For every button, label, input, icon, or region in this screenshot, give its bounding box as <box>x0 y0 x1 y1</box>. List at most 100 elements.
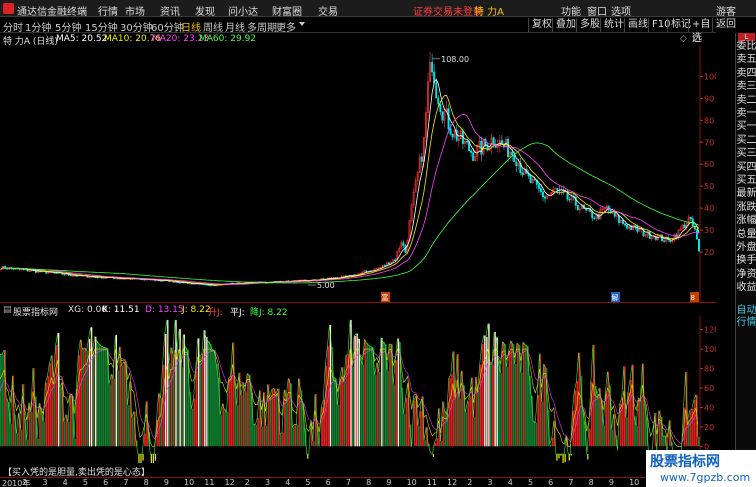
kdj-bar <box>255 424 258 447</box>
kdj-bar <box>96 341 99 447</box>
kdj-bar <box>92 350 95 447</box>
kdj-bar <box>625 417 628 447</box>
tf-more[interactable]: 更多 <box>276 19 296 34</box>
tf-60min[interactable]: 60分钟 <box>151 19 184 34</box>
candle-body <box>383 265 386 267</box>
kdj-bar <box>360 358 363 447</box>
tf-daily[interactable]: 日线 <box>181 19 201 34</box>
tf-multi[interactable]: 多周期 <box>247 19 277 34</box>
candle-body <box>689 216 692 220</box>
kdj-bar <box>294 424 297 447</box>
tf-1min[interactable]: 1分钟 <box>25 19 51 34</box>
kdj-bar <box>86 350 89 447</box>
date-tick-label: 4 <box>507 478 513 487</box>
more-dropdown-icon[interactable] <box>299 22 305 26</box>
price-chart[interactable]: 20 30 40 50 60 70 80 90 100 108.00 5.00 富 解 8 <box>0 46 716 302</box>
kdj-bar <box>170 347 173 447</box>
quote-panel: L 委比 卖五 卖四 卖三 卖二 卖一 买一 买二 买三 买四 买五 最新 涨跌 涨幅 总量 外盘 换手 净资 收益… <box>735 33 756 487</box>
quote-label: 涨跌 <box>736 201 756 213</box>
kdj-chart[interactable]: 020406080100120 <box>0 316 716 463</box>
btn-huaxian[interactable]: 画线 <box>624 18 651 32</box>
quote-label: 换手 <box>736 255 756 267</box>
date-tick-label: 6 <box>325 478 331 487</box>
candle-body <box>515 161 518 167</box>
menu-shichang[interactable]: 市场 <box>125 3 145 18</box>
kdj-bar <box>236 405 239 447</box>
kdj-bar <box>67 421 70 447</box>
user-guest[interactable]: 游客 <box>716 3 736 18</box>
menu-faxian[interactable]: 发现 <box>195 3 215 18</box>
menu-wenxiaoda[interactable]: 问小达 <box>228 3 258 18</box>
candle-body <box>143 279 146 281</box>
site-watermark: 股票指标网 www.7gpzb.com <box>646 450 756 487</box>
quote-label: 卖五 <box>736 54 756 66</box>
kdj-bar <box>403 414 406 447</box>
btn-diejia[interactable]: 叠加 <box>552 18 579 32</box>
date-tick-label: 5 <box>305 478 311 487</box>
quote-label: 卖四 <box>736 67 756 79</box>
btn-fuquan[interactable]: 复权 <box>528 18 555 32</box>
btn-tongji[interactable]: 统计 <box>600 18 627 32</box>
candle-body <box>437 97 440 105</box>
kdj-bar <box>312 441 315 447</box>
date-tick-label: 12 <box>224 478 235 487</box>
candle-body <box>394 259 397 261</box>
kdj-bar <box>382 341 385 447</box>
quote-label: 卖三 <box>736 81 756 93</box>
tf-15min[interactable]: 15分钟 <box>85 19 118 34</box>
kdj-bar <box>292 427 295 447</box>
chart-settings-icon[interactable]: ◇ <box>680 34 687 44</box>
menu-zixun[interactable]: 资讯 <box>160 3 180 18</box>
kdj-bar <box>343 381 346 447</box>
tf-5min[interactable]: 5分钟 <box>55 19 81 34</box>
chart-maximize-icon[interactable]: □ <box>692 34 701 44</box>
date-tick-label: 9 <box>163 478 169 487</box>
trade-login-status[interactable]: 证券交易未登录 <box>413 3 483 18</box>
j-value: J: 8.22 <box>182 305 211 315</box>
date-tick-label: 12 <box>447 478 458 487</box>
candle-body <box>663 240 666 242</box>
kdj-bar <box>53 377 56 447</box>
candle-body <box>507 138 510 158</box>
btn-fanhui[interactable]: 返回 <box>712 18 739 32</box>
main-y-tick-label: 70 <box>704 138 714 147</box>
menu-hangqing[interactable]: 行情 <box>98 3 118 18</box>
menu-xuanxiang[interactable]: 选项 <box>611 3 631 18</box>
date-tick-label: 10 <box>184 478 195 487</box>
candle-body <box>634 224 637 227</box>
candle-body <box>568 198 571 201</box>
kdj-bar <box>100 345 103 447</box>
auto-quote-toggle[interactable]: 行情 <box>736 317 756 328</box>
indicator-menu-icon[interactable]: ▤ <box>3 305 12 315</box>
kdj-bar <box>473 417 476 447</box>
kdj-bar <box>121 365 124 447</box>
candle-body <box>683 224 686 228</box>
menu-caifuquan[interactable]: 财富圈 <box>272 3 302 18</box>
kdj-bar <box>158 393 161 447</box>
ind-y-tick-label: 20 <box>704 423 714 432</box>
tf-monthly[interactable]: 月线 <box>225 19 245 34</box>
date-tick-label: 3 <box>42 478 48 487</box>
menu-chuangkou[interactable]: 窗口 <box>587 3 607 18</box>
menu-jiaoyi[interactable]: 交易 <box>318 3 338 18</box>
k-value: K: 11.51 <box>102 305 140 315</box>
kdj-bar <box>74 439 76 447</box>
candle-body <box>178 282 181 284</box>
kdj-bar <box>413 400 416 447</box>
kdj-bar <box>362 364 365 447</box>
ma-infobar: 特 力A (日线) MA5: 20.52 MA10: 20.76 MA20: 2… <box>0 33 716 47</box>
tf-30min[interactable]: 30分钟 <box>120 19 153 34</box>
candle-body <box>529 175 532 183</box>
kdj-bar <box>230 375 233 447</box>
kdj-bar <box>605 393 608 447</box>
candle-body <box>63 274 66 276</box>
tf-fenshi[interactable]: 分时 <box>3 19 23 34</box>
tf-weekly[interactable]: 周线 <box>203 19 223 34</box>
auto-quote-toggle[interactable]: 自动 <box>736 305 756 316</box>
btn-duogu[interactable]: 多股 <box>576 18 603 32</box>
kdj-bar <box>514 364 517 447</box>
kdj-bar <box>253 424 255 447</box>
kdj-bar <box>207 341 210 447</box>
menu-gongneng[interactable]: 功能 <box>561 3 581 18</box>
app-logo-icon <box>3 3 14 14</box>
